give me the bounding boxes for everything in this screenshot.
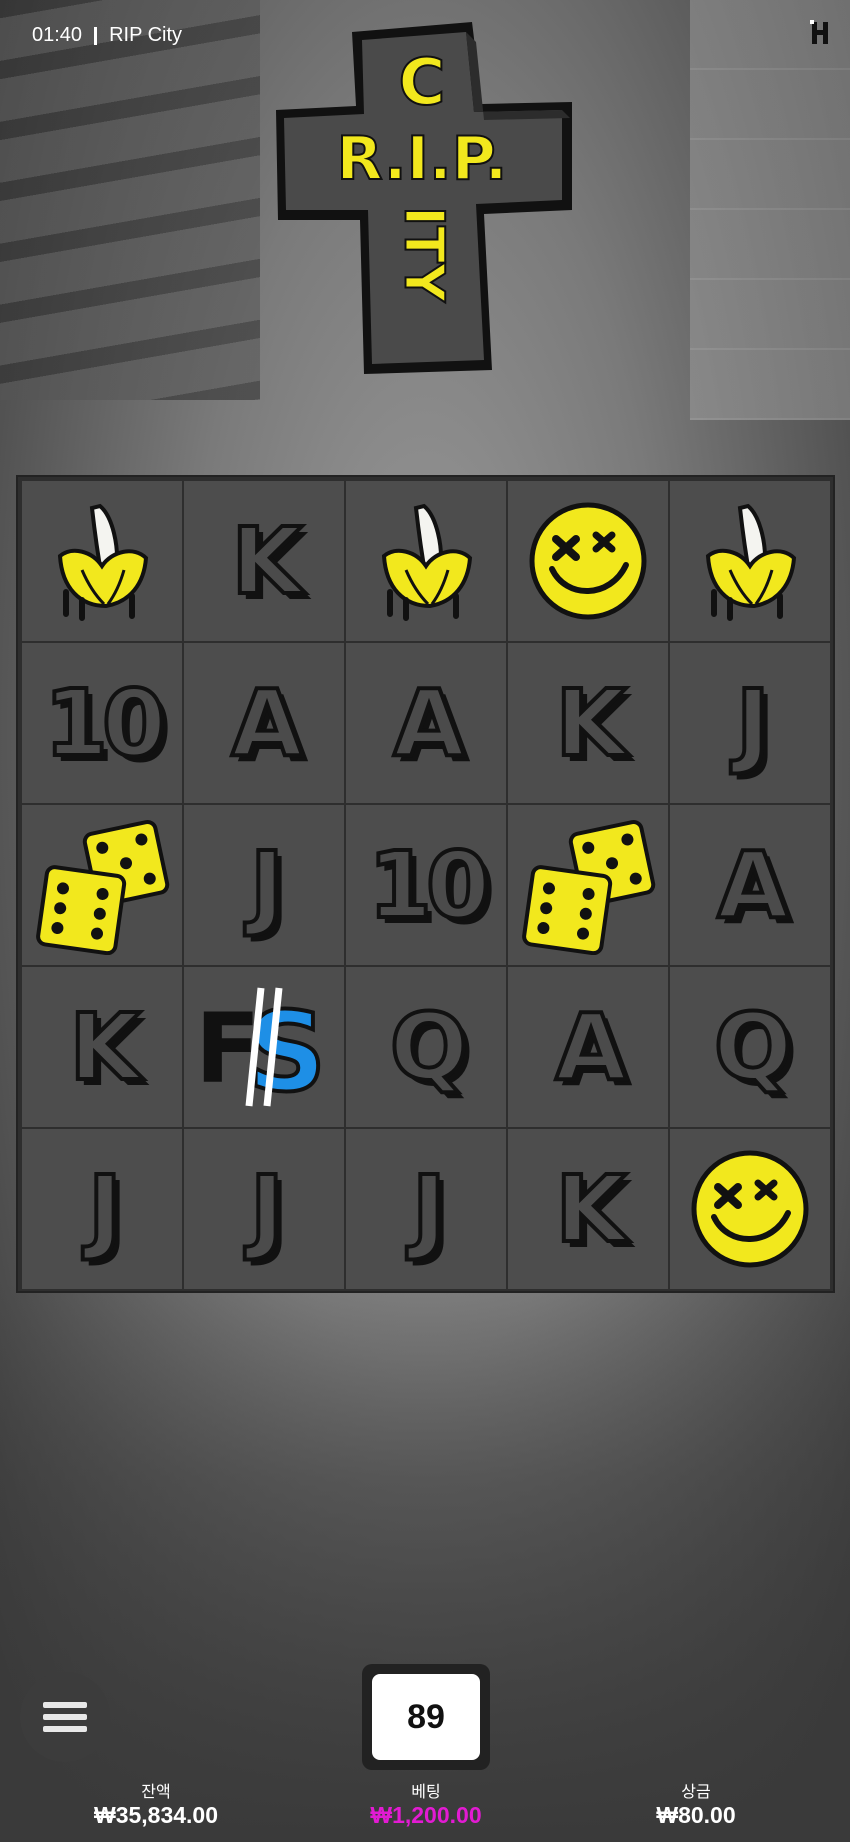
reel-cell xyxy=(22,481,182,641)
reel-cell: J xyxy=(670,643,830,803)
symbol-j: J xyxy=(248,1154,286,1265)
win-value: ₩80.00 xyxy=(656,1802,736,1828)
win-label: 상금 xyxy=(681,1784,711,1801)
balance-value: ₩35,834.00 xyxy=(93,1802,219,1828)
bet-label: 베팅 xyxy=(411,1784,441,1801)
reel-cell: K xyxy=(184,481,344,641)
dead-smiley-icon xyxy=(691,1150,809,1268)
reel-grid: K 10 A A K J J 10 A K F S Q A Q J J J K xyxy=(22,481,830,1289)
spin-button[interactable]: 89 xyxy=(362,1664,490,1770)
reel-cell: J xyxy=(184,1129,344,1289)
background-wall xyxy=(690,0,850,420)
reel-cell: K xyxy=(508,643,668,803)
reel-cell: 10 xyxy=(22,643,182,803)
logo-letter-c: C xyxy=(399,46,446,120)
reel-cell xyxy=(22,805,182,965)
autospin-counter[interactable]: 89 xyxy=(372,1674,480,1760)
menu-button[interactable] xyxy=(20,1672,110,1762)
symbol-k: K xyxy=(67,992,142,1103)
reel-cell xyxy=(346,481,506,641)
reel-cell xyxy=(508,805,668,965)
reel-cell: A xyxy=(670,805,830,965)
reel-cell: K xyxy=(22,967,182,1127)
free-spins-scatter-icon: F S xyxy=(195,986,328,1112)
logo-ity: ITY xyxy=(393,206,456,303)
reel-cell: 10 xyxy=(346,805,506,965)
symbol-a: A xyxy=(553,992,628,1103)
symbol-a: A xyxy=(715,830,790,941)
symbol-j: J xyxy=(410,1154,448,1265)
symbol-10: 10 xyxy=(42,668,168,779)
reel-cell: J xyxy=(22,1129,182,1289)
symbol-k: K xyxy=(229,506,304,617)
game-name: RIP City xyxy=(109,24,183,46)
balance-display: 잔액 ₩35,834.00 xyxy=(56,1784,256,1828)
status-bar: 01:40 RIP City xyxy=(32,24,182,47)
dice-icon xyxy=(36,819,170,955)
symbol-j: J xyxy=(734,668,772,779)
game-logo-cross: C R.I.P. ITY xyxy=(276,22,572,374)
status-separator xyxy=(94,26,98,45)
balance-label: 잔액 xyxy=(141,1784,171,1801)
symbol-k: K xyxy=(553,668,628,779)
symbol-a: A xyxy=(391,668,466,779)
reel-cell: F S xyxy=(184,967,344,1127)
banana-icon xyxy=(57,503,149,621)
clock: 01:40 xyxy=(32,24,83,46)
symbol-k: K xyxy=(553,1154,628,1265)
bet-value: ₩1,200.00 xyxy=(370,1802,482,1828)
hamburger-icon xyxy=(43,1696,87,1738)
bet-display[interactable]: 베팅 ₩1,200.00 xyxy=(326,1784,526,1828)
reel-cell: Q xyxy=(346,967,506,1127)
reel-cell: J xyxy=(184,805,344,965)
logo-rip: R.I.P. xyxy=(337,124,508,194)
symbol-q: Q xyxy=(712,992,794,1103)
reel-cell: J xyxy=(346,1129,506,1289)
win-display: 상금 ₩80.00 xyxy=(596,1784,796,1828)
symbol-j: J xyxy=(248,830,286,941)
reel-cell: A xyxy=(184,643,344,803)
dice-icon xyxy=(522,819,656,955)
reel-cell xyxy=(670,1129,830,1289)
symbol-a: A xyxy=(229,668,304,779)
symbol-10: 10 xyxy=(366,830,492,941)
reel-cell: A xyxy=(346,643,506,803)
symbol-q: Q xyxy=(388,992,470,1103)
reel-cell: K xyxy=(508,1129,668,1289)
banana-icon xyxy=(381,503,473,621)
dead-smiley-icon xyxy=(529,502,647,620)
reel-cell xyxy=(508,481,668,641)
banana-icon xyxy=(705,503,797,621)
reel-board: K 10 A A K J J 10 A K F S Q A Q J J J K xyxy=(16,475,835,1293)
reel-cell: Q xyxy=(670,967,830,1127)
reel-cell xyxy=(670,481,830,641)
symbol-j: J xyxy=(86,1154,124,1265)
background-stairs xyxy=(0,0,260,400)
reel-cell: A xyxy=(508,967,668,1127)
provider-logo-icon xyxy=(810,20,828,44)
